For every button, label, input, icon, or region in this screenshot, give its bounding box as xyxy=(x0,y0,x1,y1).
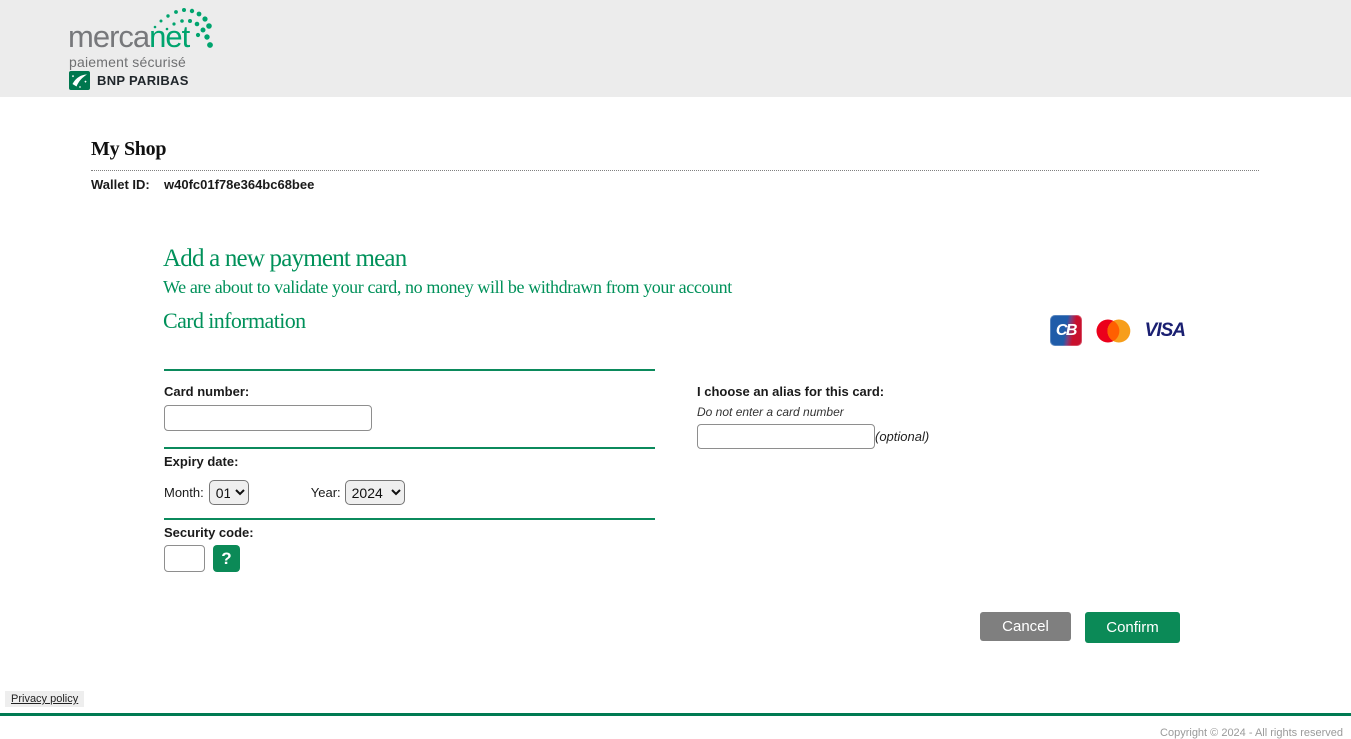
mastercard-icon xyxy=(1095,319,1132,343)
security-code-input[interactable] xyxy=(164,545,205,572)
confirm-button[interactable]: Confirm xyxy=(1085,612,1180,643)
year-label: Year: xyxy=(311,485,341,500)
alias-section: I choose an alias for this card: Do not … xyxy=(697,384,997,399)
alias-input-row: (optional) xyxy=(697,424,929,449)
footer-divider xyxy=(0,713,1351,716)
alias-optional-note: (optional) xyxy=(875,429,929,444)
month-label: Month: xyxy=(164,485,204,500)
alias-input[interactable] xyxy=(697,424,875,449)
header-bar: mercanet paiement sécurisé BNP PARIBAS xyxy=(0,0,1351,97)
logo-text-net: net xyxy=(149,19,189,54)
cb-card-icon: CB xyxy=(1050,315,1082,346)
form-divider xyxy=(164,518,655,520)
alias-hint: Do not enter a card number xyxy=(697,405,844,419)
expiry-month-select[interactable]: 01 xyxy=(209,480,249,505)
privacy-policy-link[interactable]: Privacy policy xyxy=(5,691,84,707)
bnp-paribas-icon xyxy=(69,71,90,90)
page-title: My Shop xyxy=(91,138,166,161)
security-code-label: Security code: xyxy=(164,525,254,540)
visa-icon: VISA xyxy=(1145,320,1185,342)
copyright-text: Copyright © 2024 - All rights reserved xyxy=(1160,727,1343,739)
bnp-paribas-logo: BNP PARIBAS xyxy=(69,71,189,90)
validate-card-subheading: We are about to validate your card, no m… xyxy=(163,277,732,298)
security-code-help-button[interactable]: ? xyxy=(213,545,240,572)
logo-tagline: paiement sécurisé xyxy=(69,54,186,70)
card-information-heading: Card information xyxy=(163,308,306,334)
expiry-year-select[interactable]: 2024 xyxy=(345,480,405,505)
form-divider xyxy=(164,369,655,371)
wallet-id-label: Wallet ID: xyxy=(91,177,150,192)
card-number-label: Card number: xyxy=(164,384,249,399)
wallet-id-value: w40fc01f78e364bc68bee xyxy=(164,177,314,192)
alias-label: I choose an alias for this card: xyxy=(697,384,997,399)
logo-text-merca: merca xyxy=(68,19,149,54)
logo-wordmark: mercanet xyxy=(68,22,189,52)
expiry-row: Month: 01 Year: 2024 xyxy=(164,480,405,505)
bnp-paribas-name: BNP PARIBAS xyxy=(97,73,189,88)
accepted-card-brands: CB VISA xyxy=(1050,313,1185,348)
payment-page: mercanet paiement sécurisé BNP PARIBAS M… xyxy=(0,0,1351,739)
security-code-row: ? xyxy=(164,545,240,572)
title-divider xyxy=(91,170,1259,171)
add-payment-heading: Add a new payment mean xyxy=(163,245,406,273)
form-divider xyxy=(164,447,655,449)
expiry-date-label: Expiry date: xyxy=(164,454,238,469)
cancel-button[interactable]: Cancel xyxy=(980,612,1071,641)
mercanet-logo: mercanet paiement sécurisé BNP PARIBAS xyxy=(68,8,288,94)
card-number-input[interactable] xyxy=(164,405,372,431)
